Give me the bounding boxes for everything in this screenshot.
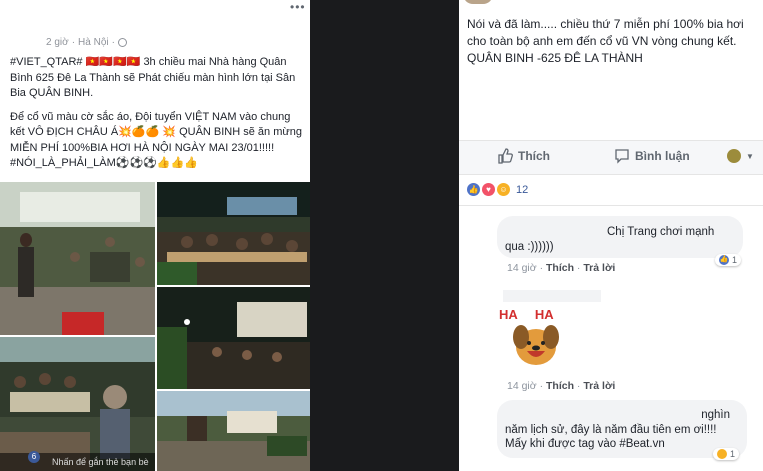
photo-grid: Nhấn để gắn thẻ bạn bè	[0, 182, 310, 471]
facebook-post: ••• 2 giờ · Hà Nội · #VIET_QTAR# 🇻🇳🇻🇳🇻🇳🇻…	[0, 0, 310, 471]
comment-text: Chị Trang chơi mạnh	[607, 226, 715, 238]
post-meta: 2 giờ · Hà Nội ·	[46, 37, 127, 48]
haha-reaction-icon	[717, 449, 727, 459]
post-text: Nói và đã làm..... chiều thứ 7 miễn phí …	[467, 17, 744, 65]
reactions-summary[interactable]: 👍 ♥ ☺ 12	[467, 183, 528, 196]
comment-reaction-badge[interactable]: 1	[713, 448, 740, 460]
comment-label: Bình luận	[635, 149, 690, 163]
haha-reaction-icon: ☺	[497, 183, 510, 196]
globe-icon	[117, 38, 127, 47]
comment-time[interactable]: 14 giờ	[507, 380, 537, 392]
post-paragraph: Để cổ vũ màu cờ sắc áo, Đội tuyển VIỆT N…	[10, 110, 302, 154]
more-options-icon[interactable]: •••	[290, 0, 306, 14]
comment-button[interactable]: Bình luận	[614, 148, 690, 164]
like-reaction-icon: 👍	[719, 255, 729, 265]
photo-1[interactable]	[0, 182, 155, 335]
comment-icon	[615, 149, 629, 164]
post-body: #VIET_QTAR# 🇻🇳🇻🇳🇻🇳🇻🇳 3h chiều mai Nhà hà…	[10, 55, 306, 172]
chevron-down-icon: ▼	[746, 151, 754, 161]
photo-3[interactable]	[157, 287, 310, 389]
like-label: Thích	[518, 149, 550, 163]
comment-author-placeholder	[503, 290, 601, 302]
comment-time[interactable]: 14 giờ	[507, 262, 537, 274]
comment-like-link[interactable]: Thích	[546, 262, 574, 274]
avatar[interactable]: 6	[28, 451, 40, 463]
comment-meta: 14 giờ · Thích · Trả lời	[507, 262, 616, 274]
photo-4[interactable]	[0, 337, 155, 471]
comment-reply-link[interactable]: Trả lời	[583, 262, 615, 274]
tag-friends-hint[interactable]: Nhấn để gắn thẻ bạn bè	[0, 453, 155, 471]
comment-text: qua :))))))	[505, 241, 554, 253]
action-bar: Thích Bình luận ▼	[459, 140, 763, 175]
divider	[459, 205, 763, 206]
reaction-selector[interactable]: ▼	[727, 149, 754, 163]
comment-bubble: nghìn năm lịch sử, đây là năm đầu tiên e…	[497, 400, 747, 458]
comment-like-link[interactable]: Thích	[546, 380, 574, 392]
post-location[interactable]: Hà Nội	[78, 37, 109, 48]
photo-5[interactable]	[157, 391, 310, 471]
avatar	[727, 149, 741, 163]
post-time[interactable]: 2 giờ	[46, 37, 69, 48]
post-paragraph: #VIET_QTAR# 🇻🇳🇻🇳🇻🇳🇻🇳 3h chiều mai Nhà hà…	[10, 56, 296, 99]
like-button[interactable]: Thích	[497, 148, 550, 164]
like-reaction-icon: 👍	[467, 183, 480, 196]
avatar[interactable]	[463, 0, 493, 4]
sticker-text: HA HA	[499, 307, 554, 322]
post-hashtags[interactable]: #NÓI_LÀ_PHẢI_LÀM⚽⚽⚽👍👍👍	[10, 156, 306, 172]
right-panel: Nói và đã làm..... chiều thứ 7 miễn phí …	[459, 0, 763, 471]
comment-bubble: Chị Trang chơi mạnh qua :))))))	[497, 216, 743, 258]
comment-like-badge[interactable]: 👍 1	[715, 254, 742, 266]
reaction-count: 12	[516, 183, 529, 196]
comment-text: nghìn	[701, 409, 730, 421]
comment-text: năm lịch sử, đây là năm đầu tiên em ơi!!…	[505, 424, 717, 436]
thumbs-up-icon	[498, 148, 513, 164]
comment-meta: 14 giờ · Thích · Trả lời	[507, 380, 616, 392]
haha-sticker: HA HA	[499, 305, 569, 375]
love-reaction-icon: ♥	[482, 183, 495, 196]
photo-2[interactable]	[157, 182, 310, 285]
comment-reply-link[interactable]: Trả lời	[583, 380, 615, 392]
comment-text: Mấy khi được tag vào #Beat.vn	[505, 438, 665, 450]
